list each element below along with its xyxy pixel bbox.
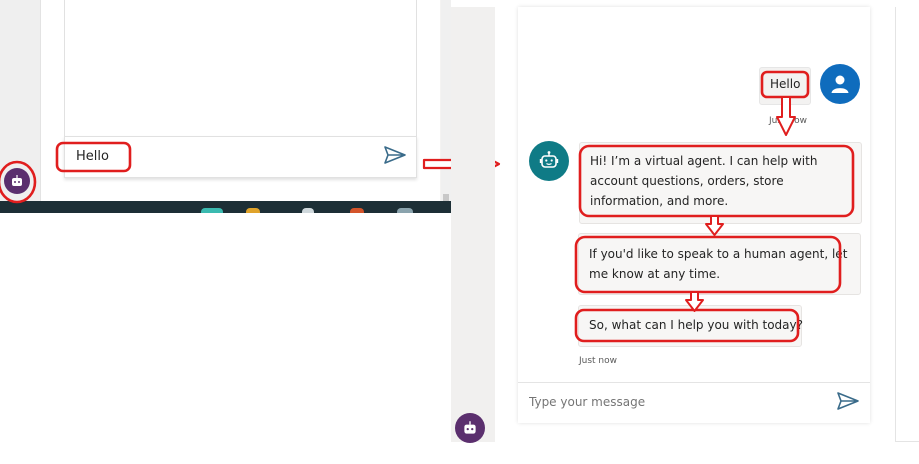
before-input-value: Hello bbox=[76, 149, 109, 164]
message-input[interactable] bbox=[529, 395, 829, 409]
send-icon[interactable] bbox=[384, 146, 406, 164]
bot-message-text: If you'd like to speak to a human agent,… bbox=[589, 247, 848, 281]
input-divider bbox=[518, 382, 870, 383]
bot-message-text: So, what can I help you with today? bbox=[589, 318, 803, 332]
before-scrollbar-thumb[interactable] bbox=[443, 194, 449, 201]
user-timestamp: Just now bbox=[769, 116, 808, 126]
divider bbox=[895, 441, 919, 442]
taskbar-app-icon[interactable] bbox=[246, 208, 260, 213]
before-message-area bbox=[64, 0, 417, 137]
bot-timestamp: Just now bbox=[579, 356, 618, 366]
taskbar-app-icon[interactable] bbox=[350, 208, 364, 213]
taskbar-app-icon[interactable] bbox=[302, 208, 314, 213]
user-icon bbox=[820, 64, 860, 104]
after-rail bbox=[451, 7, 495, 442]
bot-icon bbox=[529, 141, 569, 181]
before-message-input[interactable] bbox=[64, 136, 417, 178]
bot-launcher-icon[interactable] bbox=[4, 168, 30, 194]
user-message-text: Hello bbox=[770, 77, 801, 91]
taskbar-app-icon[interactable] bbox=[201, 208, 223, 213]
taskbar-app-icon[interactable] bbox=[397, 208, 413, 213]
bot-launcher-icon[interactable] bbox=[455, 413, 485, 443]
divider bbox=[895, 7, 896, 442]
send-icon[interactable] bbox=[837, 391, 859, 411]
bot-message-text: Hi! I’m a virtual agent. I can help with… bbox=[590, 154, 818, 208]
taskbar bbox=[0, 201, 451, 213]
